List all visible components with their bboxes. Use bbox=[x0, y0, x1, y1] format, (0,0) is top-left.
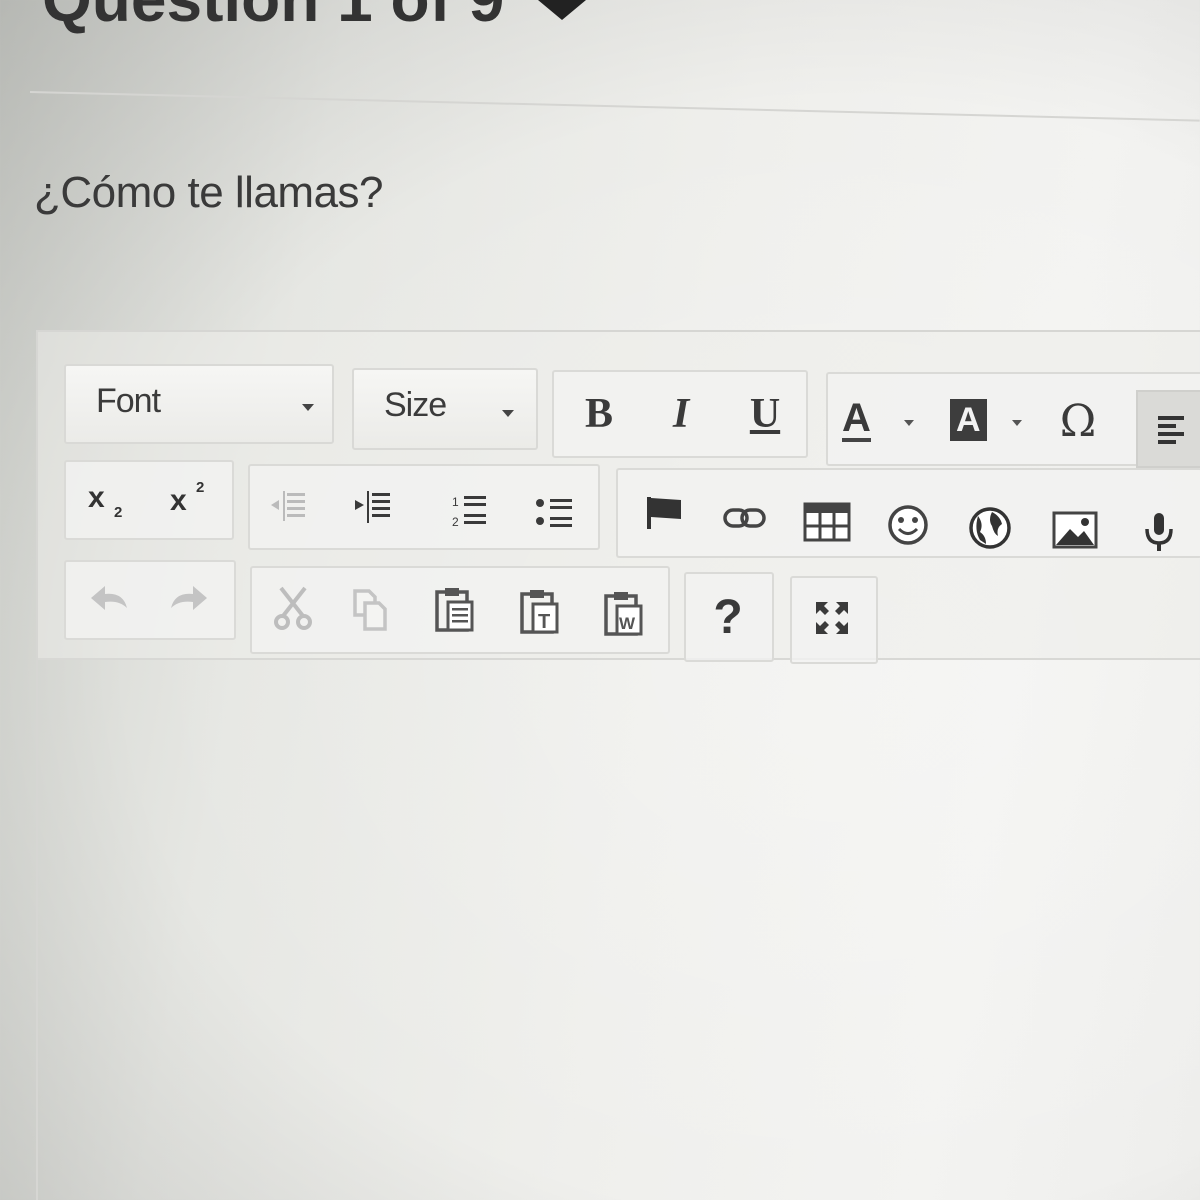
paste-text-icon: T bbox=[520, 590, 559, 634]
question-counter: Question 1 of 9 bbox=[42, 0, 504, 36]
size-dropdown[interactable]: Size bbox=[352, 368, 538, 450]
text-color-button[interactable]: A bbox=[842, 392, 922, 448]
svg-text:2: 2 bbox=[196, 479, 204, 496]
special-character-button[interactable]: Ω bbox=[1050, 394, 1106, 448]
divider bbox=[29, 91, 1200, 122]
image-icon bbox=[1052, 511, 1098, 549]
align-left-button[interactable] bbox=[1136, 390, 1200, 468]
maximize-button[interactable] bbox=[804, 592, 860, 644]
image-button[interactable] bbox=[1046, 504, 1104, 556]
superscript-icon: x 2 bbox=[170, 479, 204, 517]
paste-text-button[interactable]: T bbox=[512, 582, 568, 642]
microphone-icon bbox=[1145, 513, 1173, 551]
copy-icon bbox=[353, 589, 387, 631]
help-button[interactable]: ? bbox=[700, 588, 756, 646]
align-left-icon bbox=[1158, 416, 1184, 444]
smiley-icon bbox=[888, 505, 928, 545]
bold-button[interactable]: B bbox=[574, 388, 624, 440]
paste-word-icon: W bbox=[604, 592, 643, 636]
svg-text:2: 2 bbox=[452, 515, 459, 529]
caret-down-icon[interactable] bbox=[538, 0, 586, 20]
bulleted-list-button[interactable] bbox=[526, 486, 584, 540]
subscript-button[interactable]: x 2 bbox=[80, 474, 138, 524]
svg-text:1: 1 bbox=[452, 495, 459, 509]
undo-button[interactable] bbox=[82, 574, 138, 620]
svg-text:x: x bbox=[170, 484, 187, 517]
italic-button[interactable]: I bbox=[658, 388, 704, 440]
audio-button[interactable] bbox=[1134, 506, 1184, 558]
anchor-button[interactable] bbox=[636, 488, 692, 538]
paste-from-word-button[interactable]: W bbox=[596, 584, 652, 644]
size-dropdown-label: Size bbox=[384, 386, 447, 424]
outdent-button[interactable] bbox=[262, 480, 316, 534]
copy-button[interactable] bbox=[344, 580, 396, 638]
globe-icon bbox=[969, 507, 1011, 549]
paste-icon bbox=[435, 588, 474, 632]
indent-button[interactable] bbox=[344, 480, 400, 536]
redo-button[interactable] bbox=[160, 574, 216, 620]
background-color-button[interactable]: A bbox=[950, 392, 1036, 448]
text-color-icon: A bbox=[842, 396, 871, 442]
svg-text:W: W bbox=[619, 614, 636, 633]
numbered-list-icon: 1 2 bbox=[452, 495, 486, 529]
cut-button[interactable] bbox=[264, 580, 322, 636]
numbered-list-button[interactable]: 1 2 bbox=[442, 484, 498, 538]
chevron-down-icon bbox=[502, 410, 514, 417]
chevron-down-icon bbox=[302, 404, 314, 411]
cut-icon bbox=[274, 586, 312, 630]
superscript-button[interactable]: x 2 bbox=[162, 470, 220, 522]
question-prompt: ¿Cómo te llamas? bbox=[34, 168, 384, 217]
underline-button[interactable]: U bbox=[740, 388, 790, 440]
chevron-down-icon bbox=[1012, 420, 1022, 426]
undo-icon bbox=[91, 586, 127, 610]
maximize-icon bbox=[816, 602, 848, 634]
anchor-flag-icon bbox=[647, 497, 681, 529]
paste-button[interactable] bbox=[428, 580, 482, 640]
link-button[interactable] bbox=[716, 494, 774, 542]
table-button[interactable] bbox=[798, 496, 856, 548]
svg-text:2: 2 bbox=[114, 504, 122, 521]
subscript-icon: x 2 bbox=[88, 481, 122, 521]
background-color-icon: A bbox=[950, 399, 987, 441]
iframe-button[interactable] bbox=[962, 500, 1018, 556]
table-icon bbox=[803, 502, 851, 542]
indent-icon bbox=[355, 491, 390, 523]
bulleted-list-icon bbox=[536, 499, 572, 527]
redo-icon bbox=[171, 586, 207, 610]
font-dropdown-label: Font bbox=[96, 382, 161, 420]
outdent-icon bbox=[271, 491, 305, 521]
chevron-down-icon bbox=[904, 420, 914, 426]
font-dropdown[interactable]: Font bbox=[64, 364, 334, 444]
svg-text:x: x bbox=[88, 481, 105, 514]
smiley-button[interactable] bbox=[880, 498, 936, 552]
svg-text:T: T bbox=[538, 611, 550, 633]
link-icon bbox=[723, 508, 766, 528]
